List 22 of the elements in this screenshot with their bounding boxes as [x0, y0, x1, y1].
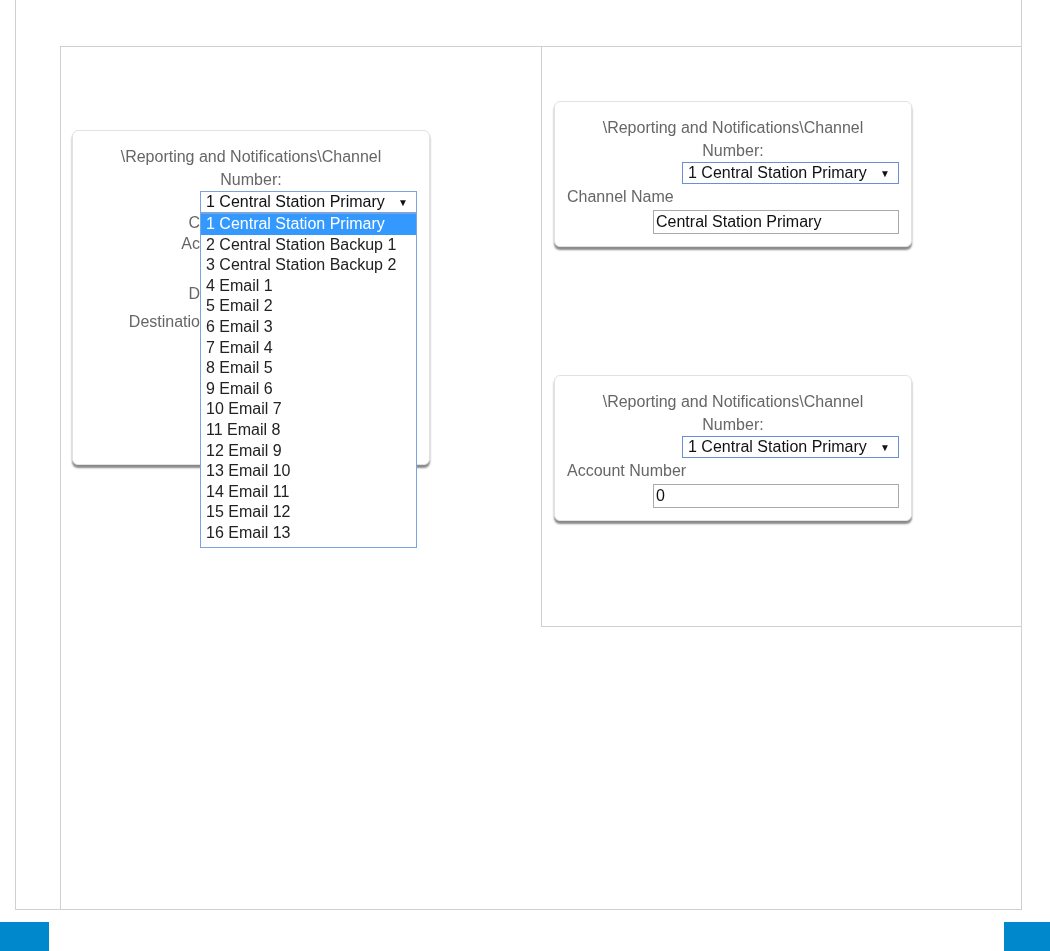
- input-field[interactable]: 0: [653, 484, 899, 508]
- field-label: C: [188, 213, 200, 233]
- field-label: Destinatio: [128, 312, 200, 332]
- channel-select[interactable]: 1 Central Station Primary ▼: [682, 436, 899, 458]
- number-label: Number:: [701, 141, 765, 161]
- card-title: \Reporting and Notifications\Channel: [601, 392, 865, 412]
- channel-select[interactable]: 1 Central Station Primary ▼: [682, 162, 899, 184]
- number-label: Number:: [701, 415, 765, 435]
- number-label: Number:: [219, 170, 283, 190]
- field-label: Account Number: [567, 461, 688, 481]
- corner-block: [1004, 922, 1050, 951]
- caret-icon: ▼: [398, 196, 408, 208]
- field-label: Ac: [181, 234, 200, 254]
- card-title: \Reporting and Notifications\Channel: [119, 147, 383, 167]
- input-field[interactable]: Central Station Primary: [653, 210, 899, 234]
- field-label: D: [188, 284, 200, 304]
- caret-icon: ▼: [880, 167, 890, 179]
- card-title: \Reporting and Notifications\Channel: [601, 118, 865, 138]
- field-label: Channel Name: [567, 187, 675, 207]
- corner-block: [0, 922, 49, 951]
- caret-icon: ▼: [880, 441, 890, 453]
- channel-select[interactable]: 1 Central Station Primary ▼: [200, 191, 417, 213]
